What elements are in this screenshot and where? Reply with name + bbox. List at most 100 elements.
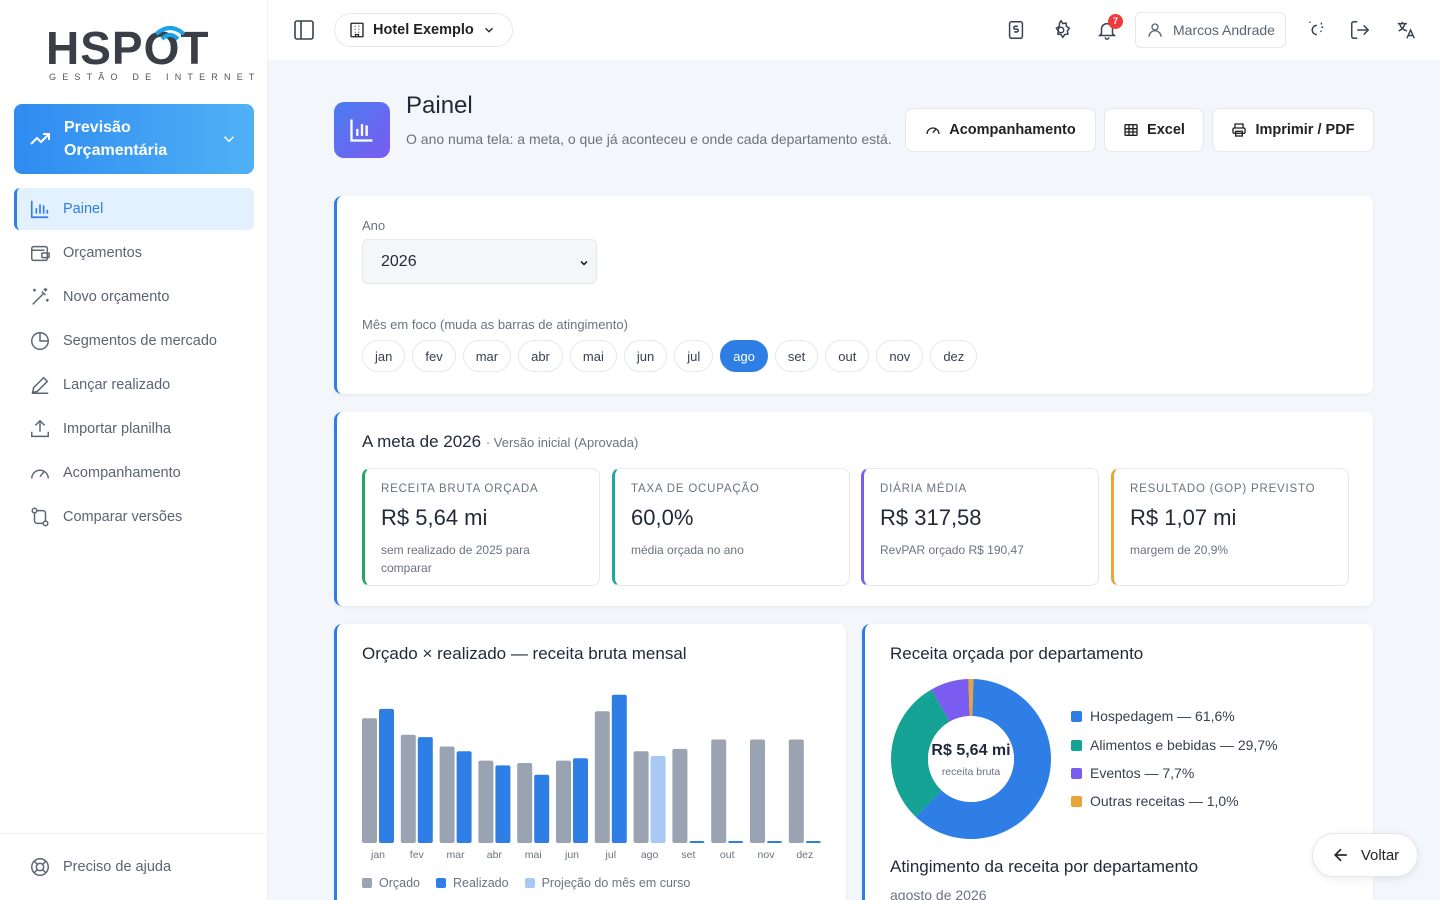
excel-button[interactable]: Excel — [1104, 108, 1204, 152]
sidebar-item-comparar[interactable]: Comparar versões — [14, 496, 254, 538]
legend-swatch — [1071, 710, 1082, 722]
sidebar-item-painel[interactable]: Painel — [14, 188, 254, 230]
help-label: Preciso de ajuda — [63, 859, 172, 875]
bar-actual-mai[interactable] — [534, 774, 550, 843]
bar-budget-out[interactable] — [711, 739, 727, 843]
kpi-card-adr: DIÁRIA MÉDIA R$ 317,58 RevPAR orçado R$ … — [861, 468, 1099, 586]
hotel-name: Hotel Exemplo — [373, 22, 474, 38]
bar-budget-fev[interactable] — [400, 734, 416, 843]
bar-budget-jun[interactable] — [556, 760, 571, 843]
bar-budget-abr[interactable] — [478, 760, 494, 843]
sidebar-item-lancar-realizado[interactable]: Lançar realizado — [14, 364, 254, 406]
user-icon — [1148, 23, 1162, 37]
sidebar-item-label: Importar planilha — [63, 421, 171, 437]
translate-icon[interactable] — [1395, 19, 1417, 41]
donut-center-value: R$ 5,64 mi — [931, 742, 1010, 759]
bar-actual-set[interactable] — [689, 841, 705, 843]
bar-budget-dez[interactable] — [788, 739, 804, 843]
dept-legend-item: Alimentos e bebidas — 29,7% — [1071, 737, 1278, 753]
bar-actual-mar[interactable] — [456, 751, 472, 843]
bar-budget-jul[interactable] — [594, 711, 610, 843]
sidebar-item-novo-orcamento[interactable]: Novo orçamento — [14, 276, 254, 318]
hotel-selector[interactable]: Hotel Exemplo — [334, 13, 513, 47]
kpi-value: R$ 317,58 — [880, 505, 982, 530]
bar-actual-fev[interactable] — [417, 737, 433, 843]
legend-swatch — [524, 878, 535, 888]
year-select[interactable]: 2026 — [362, 239, 597, 284]
kpi-label: DIÁRIA MÉDIA — [880, 483, 967, 495]
bar-budget-mar[interactable] — [439, 746, 455, 843]
logout-icon[interactable] — [1349, 19, 1371, 41]
theme-toggle-icon[interactable] — [1304, 19, 1326, 41]
tracking-button[interactable]: Acompanhamento — [905, 108, 1096, 152]
x-tick-label: jun — [564, 849, 579, 861]
bar-budget-jan[interactable] — [362, 718, 377, 843]
month-pill-selected[interactable]: ago — [720, 340, 768, 372]
bar-actual-abr[interactable] — [495, 765, 511, 843]
user-menu[interactable]: Marcos Andrade — [1135, 12, 1286, 48]
bar-budget-ago[interactable] — [633, 751, 649, 843]
bar-actual-dez[interactable] — [805, 841, 821, 843]
month-pill[interactable]: mai — [569, 340, 617, 372]
sidebar: HSPOT GESTÃO DE INTERNET Previsão Orçame… — [0, 0, 268, 900]
bar-budget-nov[interactable] — [750, 739, 765, 843]
kpi-card-occupancy: TAXA DE OCUPAÇÃO 60,0% média orçada no a… — [612, 468, 850, 586]
magic-wand-icon — [32, 287, 49, 305]
print-button[interactable]: Imprimir / PDF — [1212, 108, 1374, 152]
bar-actual-jun[interactable] — [573, 758, 588, 843]
month-pill[interactable]: nov — [876, 340, 924, 372]
bar-actual-out[interactable] — [728, 841, 744, 843]
month-pill[interactable]: fev — [412, 340, 456, 372]
department-chart-card: Receita orçada por departamento R$ 5,64 … — [862, 624, 1373, 900]
help-link[interactable]: Preciso de ajuda — [0, 833, 268, 900]
sidebar-item-importar[interactable]: Importar planilha — [14, 408, 254, 450]
x-tick-label: jan — [370, 849, 385, 861]
sidebar-toggle-icon[interactable] — [292, 18, 316, 42]
bar-budget-mai[interactable] — [517, 763, 533, 843]
attainment-title: Atingimento da receita por departamento — [890, 857, 1199, 876]
gauge-icon — [31, 469, 49, 479]
module-selector[interactable]: Previsão Orçamentária — [14, 104, 254, 174]
upload-icon — [31, 419, 49, 438]
month-pill[interactable]: mar — [462, 340, 512, 372]
dept-legend-label: Hospedagem — 61,6% — [1090, 708, 1235, 724]
month-pill[interactable]: set — [774, 340, 819, 372]
sidebar-item-label: Comparar versões — [63, 509, 183, 525]
bar-projection-ago[interactable] — [650, 755, 666, 843]
legend-swatch — [1071, 739, 1082, 751]
sidebar-item-orcamentos[interactable]: Orçamentos — [14, 232, 254, 274]
donut-center-label: receita bruta — [942, 766, 1001, 778]
kpi-value: R$ 5,64 mi — [381, 505, 488, 530]
goal-version: · Versão inicial (Aprovada) — [485, 435, 639, 450]
legend-swatch — [1071, 795, 1082, 807]
x-tick-label: mar — [447, 849, 466, 861]
lifebuoy-icon — [31, 858, 49, 876]
sidebar-item-acompanhamento[interactable]: Acompanhamento — [14, 452, 254, 494]
bar-actual-jan[interactable] — [379, 708, 394, 843]
legend-actual: Realizado — [453, 876, 509, 890]
attainment-subtitle: agosto de 2026 — [890, 887, 987, 900]
excel-label: Excel — [1147, 122, 1185, 138]
building-icon — [350, 22, 364, 38]
month-pill[interactable]: out — [825, 340, 870, 372]
kpi-label: RECEITA BRUTA ORÇADA — [381, 483, 539, 495]
invoice-icon[interactable] — [1005, 19, 1027, 41]
back-button[interactable]: Voltar — [1312, 833, 1418, 877]
month-pill[interactable]: abr — [518, 340, 563, 372]
sidebar-item-label: Painel — [63, 201, 104, 217]
legend-projection: Projeção do mês em curso — [541, 876, 691, 890]
page-description: O ano numa tela: a meta, o que já aconte… — [406, 131, 892, 147]
month-pill[interactable]: jan — [362, 340, 406, 372]
wallet-icon — [31, 245, 50, 262]
bar-budget-set[interactable] — [672, 748, 688, 843]
sidebar-item-segmentos[interactable]: Segmentos de mercado — [14, 320, 254, 362]
kpi-value: 60,0% — [631, 505, 694, 530]
module-title: Previsão Orçamentária — [64, 119, 168, 159]
month-pill[interactable]: jul — [674, 340, 714, 372]
dept-legend-label: Alimentos e bebidas — 29,7% — [1090, 737, 1278, 753]
month-pill[interactable]: jun — [623, 340, 668, 372]
bar-actual-nov[interactable] — [767, 841, 782, 843]
bar-actual-jul[interactable] — [611, 694, 627, 843]
gear-icon[interactable] — [1050, 19, 1072, 41]
month-pill[interactable]: dez — [930, 340, 978, 372]
